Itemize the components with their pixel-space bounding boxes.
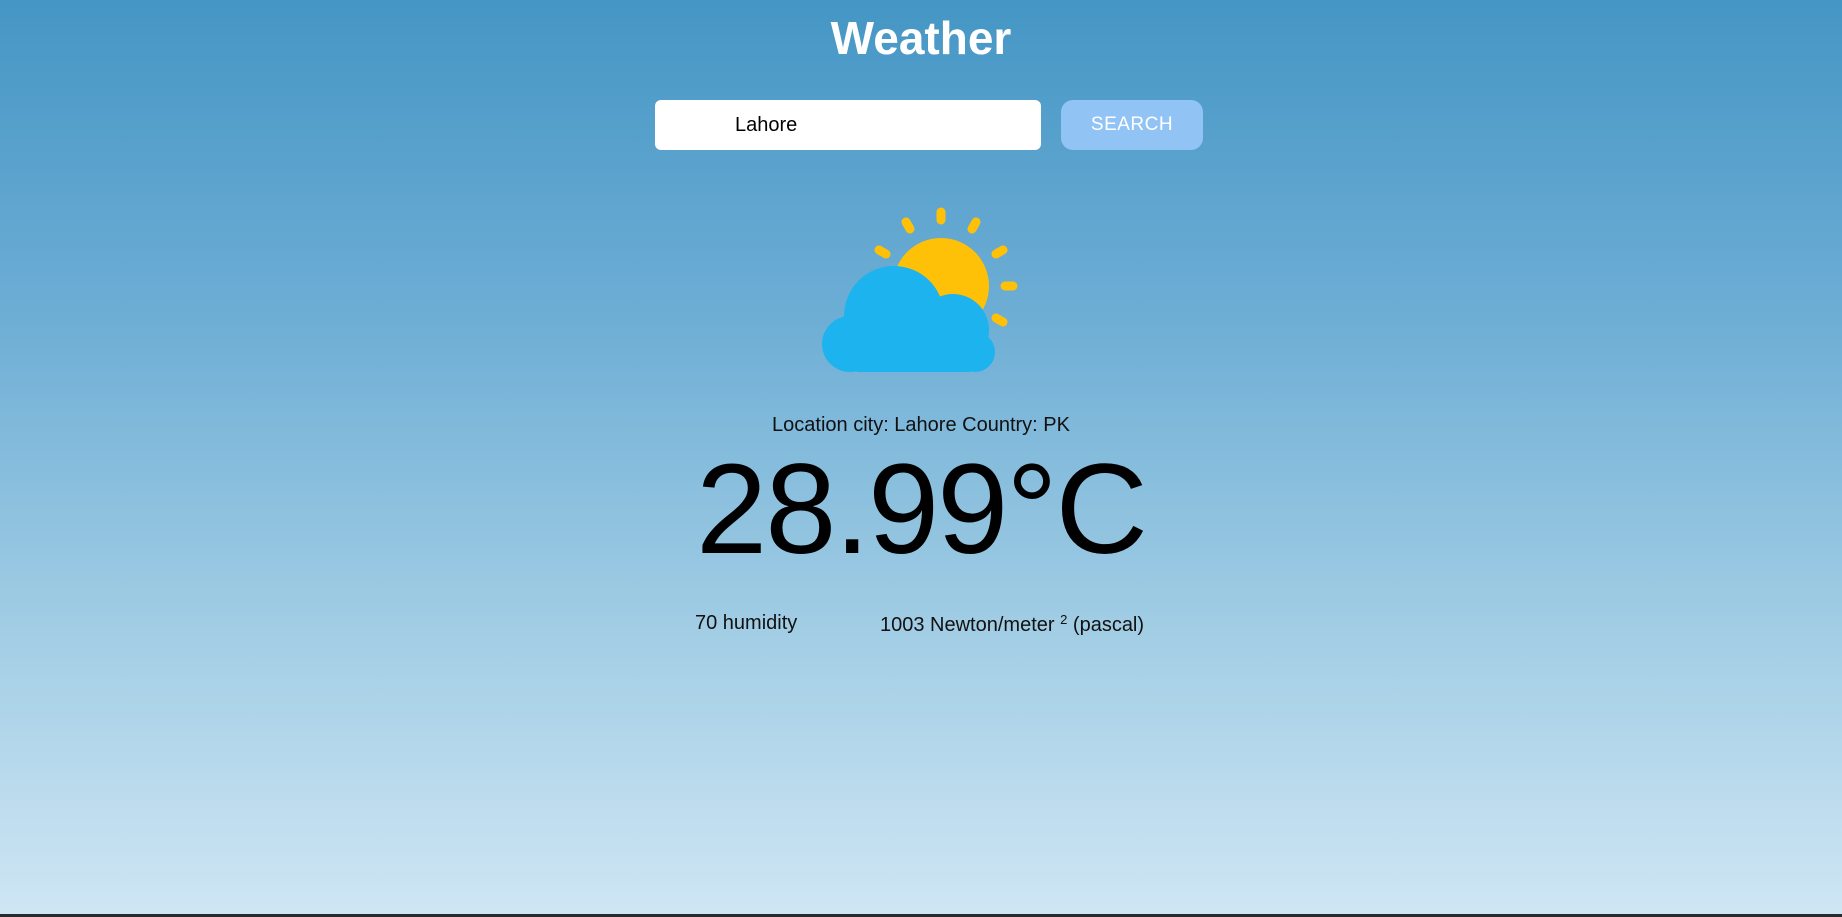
temperature-value: 28.99 xyxy=(696,438,1008,581)
partly-cloudy-icon xyxy=(810,200,1030,380)
pressure-unit-suffix: (pascal) xyxy=(1072,614,1145,636)
search-bar: SEARCH xyxy=(655,100,1203,150)
city-search-input[interactable] xyxy=(655,100,1041,150)
app-title: Weather xyxy=(830,12,1012,64)
pressure-superscript: 2 xyxy=(1060,612,1068,627)
temperature-display: 28.99°C xyxy=(0,440,1842,580)
weather-details: 70 humidity 1003 Newton/meter 2 (pascal) xyxy=(695,612,1144,637)
search-button[interactable]: SEARCH xyxy=(1061,100,1203,150)
location-text: Location city: Lahore Country: PK xyxy=(772,414,1070,436)
temperature-unit: °C xyxy=(1006,438,1148,581)
pressure-text: 1003 Newton/meter 2 (pascal) xyxy=(880,612,1144,637)
pressure-value: 1003 Newton/meter xyxy=(880,614,1055,636)
humidity-text: 70 humidity xyxy=(695,612,798,634)
